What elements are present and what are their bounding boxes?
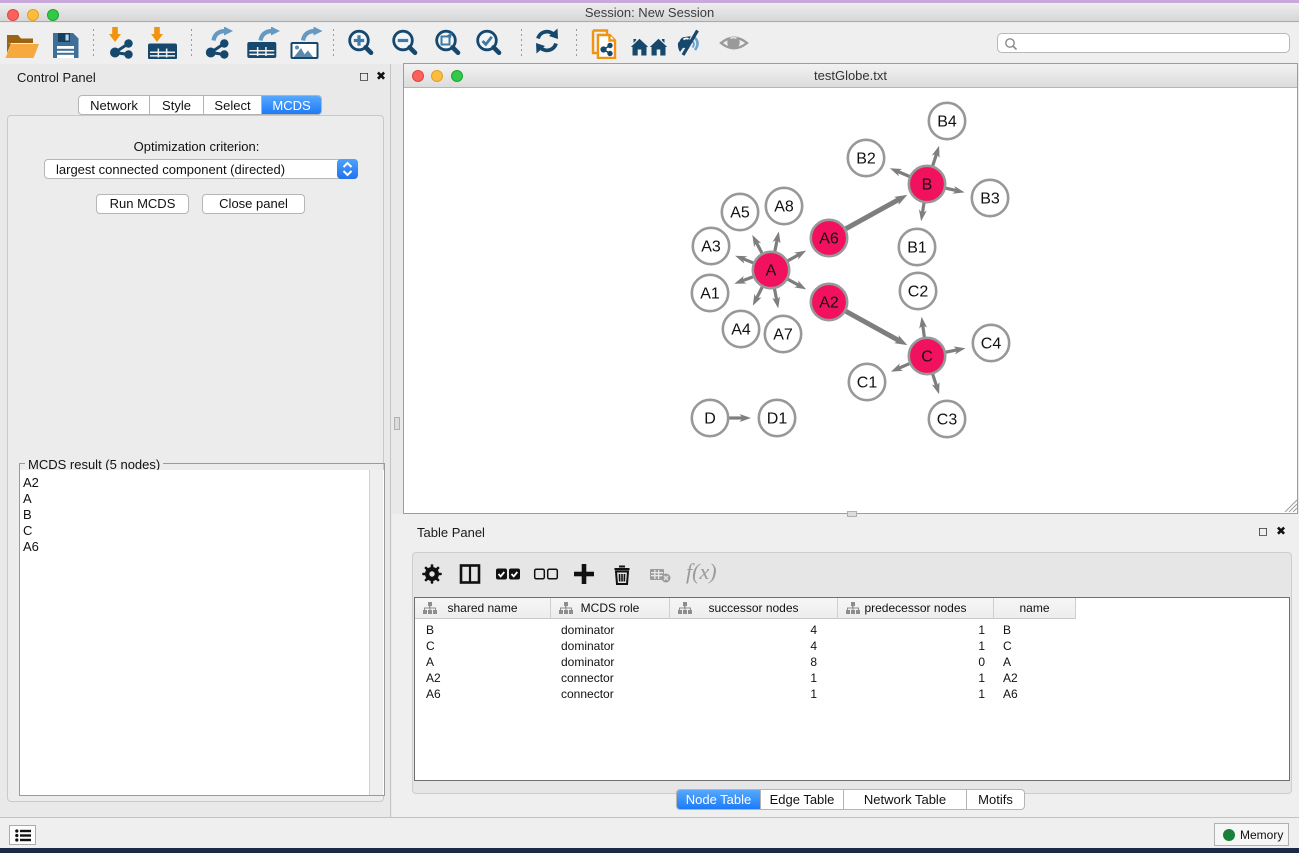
svg-text:A4: A4 [731,322,751,339]
svg-text:C1: C1 [857,375,878,392]
svg-text:C3: C3 [937,412,958,429]
svg-text:D: D [704,411,716,428]
svg-text:B3: B3 [980,191,1000,208]
svg-text:C2: C2 [908,284,929,301]
svg-text:A2: A2 [819,295,839,312]
svg-text:A7: A7 [773,327,793,344]
svg-text:C: C [921,349,933,366]
svg-text:B2: B2 [856,151,876,168]
svg-text:A5: A5 [730,205,750,222]
svg-text:B4: B4 [937,114,957,131]
svg-text:B: B [922,177,933,194]
svg-text:A3: A3 [701,239,721,256]
svg-text:B1: B1 [907,240,927,257]
svg-text:A6: A6 [819,231,839,248]
svg-text:A1: A1 [700,286,720,303]
svg-text:D1: D1 [767,411,788,428]
svg-text:A8: A8 [774,199,794,216]
svg-text:C4: C4 [981,336,1002,353]
svg-text:A: A [766,263,777,280]
